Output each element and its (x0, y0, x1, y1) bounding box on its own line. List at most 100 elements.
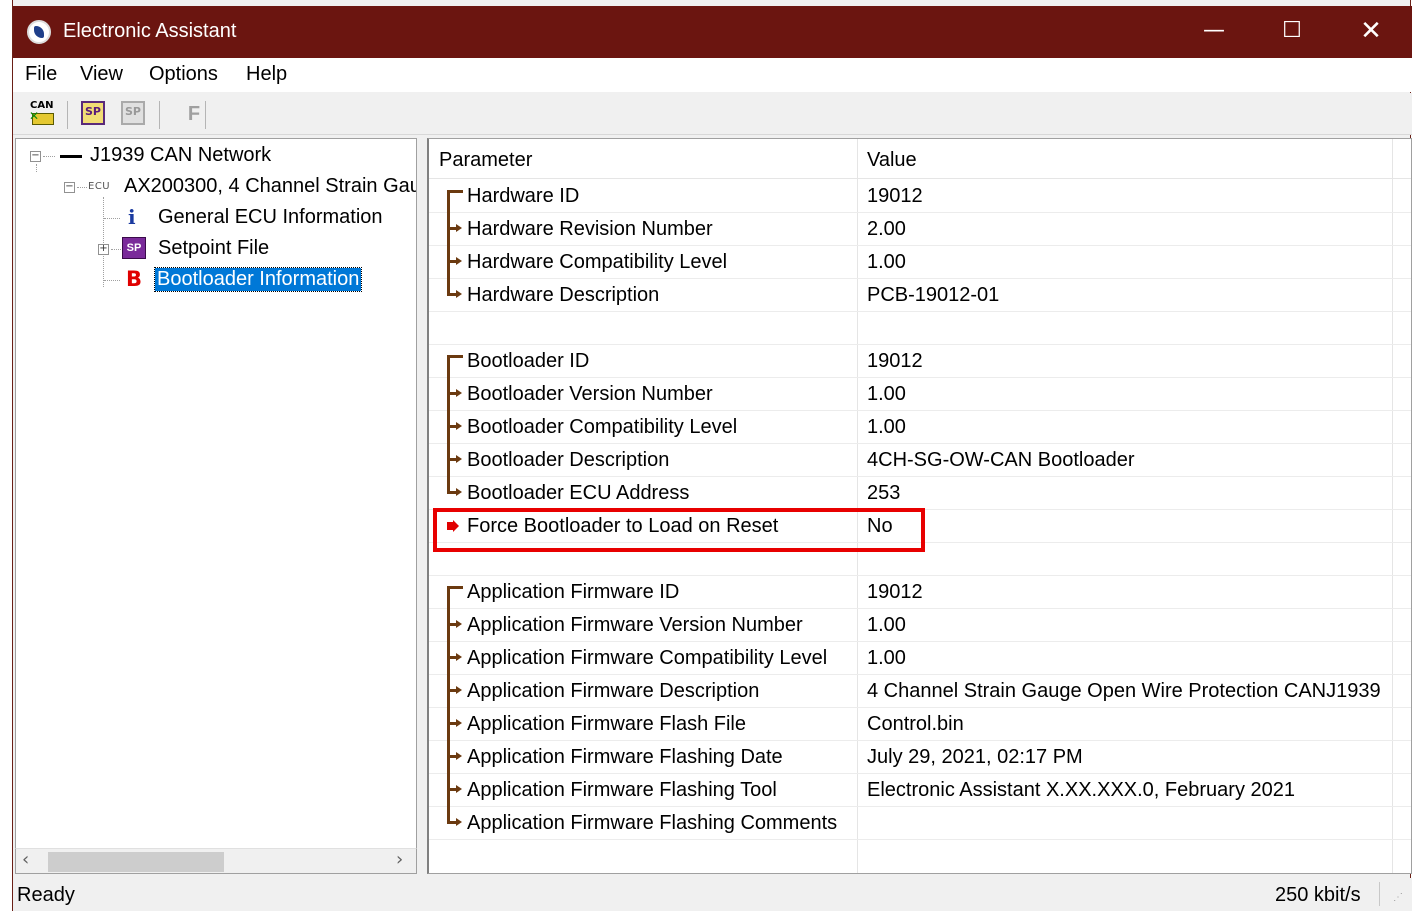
parameter-name: Hardware ID (467, 185, 580, 207)
parameter-name: Application Firmware Description (467, 680, 760, 702)
tree-item-general-info[interactable]: i General ECU Information (16, 203, 416, 233)
parameter-value: 1.00 (867, 614, 906, 636)
tree-item-label: AX200300, 4 Channel Strain Gauge (124, 175, 417, 197)
tree-connector (111, 249, 121, 250)
parameter-name: Bootloader ID (467, 350, 590, 372)
tree-connector (36, 164, 37, 172)
close-button[interactable]: ✕ (1332, 6, 1410, 58)
tree-item-label: J1939 CAN Network (90, 144, 272, 166)
table-row[interactable]: Bootloader Compatibility Level 1.00 (429, 411, 1411, 444)
menu-help[interactable]: Help (246, 63, 287, 86)
toolbar: CAN ✕ SP SP F (13, 93, 1412, 135)
table-row[interactable]: Application Firmware Version Number 1.00 (429, 609, 1411, 642)
table-row[interactable]: Application Firmware Compatibility Level… (429, 642, 1411, 675)
column-header-value[interactable]: Value (867, 149, 917, 172)
open-setpoint-file-button[interactable]: SP (79, 99, 109, 129)
tree-bracket-icon (447, 609, 463, 642)
parameter-value: 253 (867, 482, 901, 504)
parameter-value: PCB-19012-01 (867, 284, 1000, 306)
maximize-button[interactable]: ☐ (1253, 6, 1331, 58)
title-bar[interactable]: Electronic Assistant — ☐ ✕ (13, 6, 1412, 58)
table-row[interactable]: Application Firmware Flashing Comments (429, 807, 1411, 840)
table-row[interactable]: Hardware Compatibility Level 1.00 (429, 246, 1411, 279)
status-text: Ready (17, 884, 75, 906)
table-row[interactable] (429, 312, 1411, 345)
menu-file[interactable]: File (25, 63, 57, 86)
tree-item-network[interactable]: − J1939 CAN Network (16, 141, 416, 171)
tree-item-bootloader-info[interactable]: B Bootloader Information (16, 265, 416, 295)
tree-item-ecu[interactable]: − ECU AX200300, 4 Channel Strain Gauge (16, 164, 417, 202)
table-row[interactable]: Application Firmware Flashing Tool Electr… (429, 774, 1411, 807)
menu-options[interactable]: Options (149, 63, 218, 86)
parameter-value: 1.00 (867, 383, 906, 405)
table-header: Parameter Value (429, 139, 1411, 179)
panel-splitter[interactable] (417, 138, 427, 874)
table-row[interactable]: Bootloader ECU Address 253 (429, 477, 1411, 510)
parameter-name: Application Firmware Flash File (467, 713, 746, 735)
tree-bracket-icon (447, 586, 463, 610)
table-row[interactable]: Hardware Description PCB-19012-01 (429, 279, 1411, 312)
scroll-right-icon[interactable]: › (396, 849, 403, 870)
parameter-name: Hardware Revision Number (467, 218, 713, 240)
tree-item-label-selected: Bootloader Information (153, 267, 363, 292)
tree-bracket-icon (447, 213, 463, 246)
table-row[interactable]: Hardware ID 19012 (429, 180, 1411, 214)
tree-bracket-icon (447, 378, 463, 411)
parameter-name: Application Firmware Flashing Tool (467, 779, 777, 801)
parameter-name: Application Firmware Compatibility Level (467, 647, 828, 669)
tree-item-setpoint-file[interactable]: + SP Setpoint File (16, 234, 416, 264)
table-row[interactable]: Application Firmware Flashing Date July 2… (429, 741, 1411, 774)
tree-bracket-icon (447, 807, 463, 826)
parameter-name: Application Firmware Flashing Date (467, 746, 783, 768)
network-tree[interactable]: − J1939 CAN Network − ECU AX200300, 4 Ch… (15, 138, 417, 874)
parameter-name: Bootloader Compatibility Level (467, 416, 738, 438)
tree-horizontal-scrollbar[interactable]: ‹ › (15, 848, 417, 874)
parameter-name: Bootloader Version Number (467, 383, 713, 405)
tree-bracket-icon (447, 642, 463, 675)
parameter-name: Hardware Description (467, 284, 660, 306)
parameter-value: July 29, 2021, 02:17 PM (867, 746, 1083, 768)
collapse-icon[interactable]: − (64, 182, 75, 193)
table-row[interactable]: Application Firmware Flash File Control.b… (429, 708, 1411, 741)
resize-grip-icon[interactable]: ⋰ (1393, 892, 1407, 906)
status-bar: Ready 250 kbit/s ⋰ (13, 878, 1412, 911)
tree-connector (43, 156, 55, 157)
parameter-value: 19012 (867, 581, 923, 603)
info-icon: i (128, 205, 136, 229)
tree-bracket-icon (447, 279, 463, 298)
status-divider (1379, 882, 1380, 906)
parameter-table: Parameter Value Hardware ID 19012 Hardware… (427, 138, 1412, 874)
disconnect-icon: ✕ (29, 109, 40, 123)
save-setpoint-file-button[interactable]: SP (119, 99, 149, 129)
scroll-left-icon[interactable]: ‹ (22, 849, 29, 870)
table-row[interactable]: Bootloader ID 19012 (429, 345, 1411, 379)
table-row[interactable]: Hardware Revision Number 2.00 (429, 213, 1411, 246)
collapse-icon[interactable]: − (30, 151, 41, 162)
table-row[interactable]: Application Firmware ID 19012 (429, 576, 1411, 610)
tree-bracket-icon (447, 444, 463, 477)
menu-view[interactable]: View (80, 63, 123, 86)
parameter-value: Electronic Assistant X.XX.XXX.0, Februar… (867, 779, 1295, 801)
tree-bracket-icon (447, 355, 463, 379)
baud-rate-text: 250 kbit/s (1275, 884, 1361, 906)
app-logo-icon (27, 20, 51, 44)
table-row[interactable]: Bootloader Version Number 1.00 (429, 378, 1411, 411)
can-connect-button[interactable]: CAN ✕ (29, 99, 59, 129)
network-line-icon (60, 155, 82, 158)
app-window: Electronic Assistant — ☐ ✕ File View Opt… (12, 0, 1412, 911)
parameter-name: Bootloader ECU Address (467, 482, 690, 504)
bootloader-icon: B (126, 267, 143, 291)
table-row[interactable]: Application Firmware Description 4 Channe… (429, 675, 1411, 708)
scroll-thumb[interactable] (48, 852, 224, 872)
parameter-name: Application Firmware Version Number (467, 614, 803, 636)
column-header-parameter[interactable]: Parameter (439, 149, 532, 172)
table-row[interactable]: Bootloader Description 4CH-SG-OW-CAN Boot… (429, 444, 1411, 477)
expand-icon[interactable]: + (98, 244, 109, 255)
minimize-button[interactable]: — (1175, 6, 1253, 58)
parameter-value: 19012 (867, 350, 923, 372)
parameter-value: 19012 (867, 185, 923, 207)
parameter-value: 4 Channel Strain Gauge Open Wire Protect… (867, 680, 1381, 702)
tree-connector (104, 218, 120, 219)
tree-item-label: General ECU Information (158, 206, 383, 228)
menu-bar: File View Options Help (13, 58, 1412, 92)
